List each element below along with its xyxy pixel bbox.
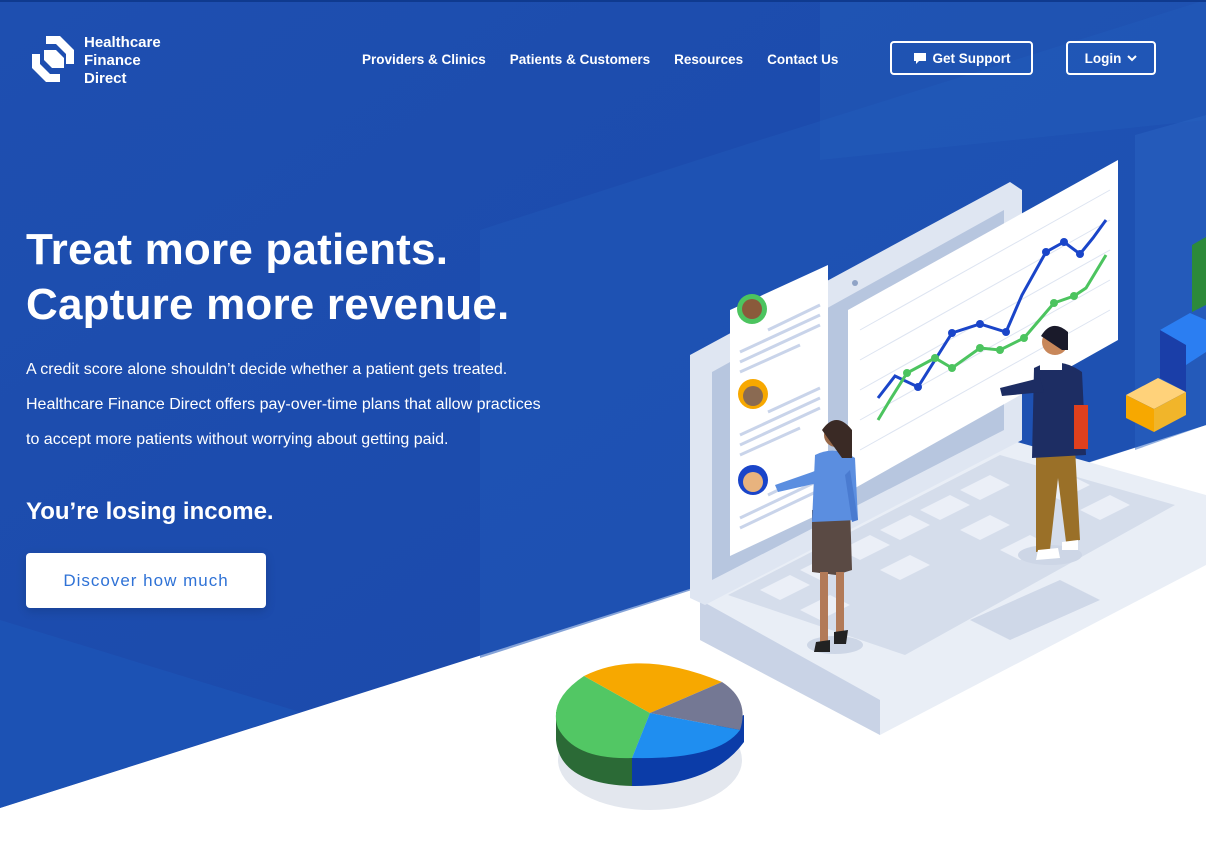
desc-line1: A credit score alone shouldn’t decide wh… xyxy=(26,361,508,378)
brand-name-line2: Finance xyxy=(84,52,141,69)
hero-section: Healthcare Finance Direct Providers & Cl… xyxy=(0,0,1206,855)
nav-contact-us[interactable]: Contact Us xyxy=(767,52,838,67)
brand-name-line1: Healthcare xyxy=(84,34,161,51)
desc-line3: to accept more patients without worrying… xyxy=(26,431,449,448)
nav-resources[interactable]: Resources xyxy=(674,52,743,67)
nav-providers-clinics[interactable]: Providers & Clinics xyxy=(362,52,486,67)
hero-subheading: You’re losing income. xyxy=(26,498,274,525)
hero-description: A credit score alone shouldn’t decide wh… xyxy=(26,352,606,457)
get-support-label: Get Support xyxy=(932,50,1011,66)
hero-headline: Treat more patients. Capture more revenu… xyxy=(26,222,509,332)
nav-patients-customers[interactable]: Patients & Customers xyxy=(510,52,650,67)
hfd-logo-mark-icon xyxy=(32,36,74,82)
brand-logo[interactable]: Healthcare Finance Direct xyxy=(30,34,161,88)
get-support-button[interactable]: Get Support xyxy=(890,41,1033,75)
chevron-down-icon xyxy=(1127,55,1138,62)
headline-line2: Capture more revenue. xyxy=(26,280,510,329)
desc-line2: Healthcare Finance Direct offers pay-ove… xyxy=(26,396,541,413)
chat-bubble-icon xyxy=(913,52,926,64)
login-label: Login xyxy=(1084,50,1122,66)
main-nav: Providers & Clinics Patients & Customers… xyxy=(350,41,850,77)
headline-line1: Treat more patients. xyxy=(26,225,449,274)
login-button[interactable]: Login xyxy=(1066,41,1156,75)
brand-name-line3: Direct xyxy=(84,70,127,87)
discover-how-much-button[interactable]: Discover how much xyxy=(26,553,266,608)
brand-name: Healthcare Finance Direct xyxy=(84,34,161,88)
